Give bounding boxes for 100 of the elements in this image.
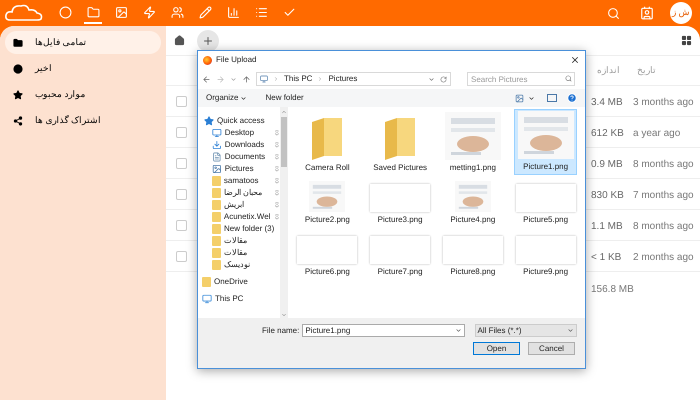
caret-icon <box>567 327 574 334</box>
nav-item[interactable]: This PC <box>198 293 280 305</box>
file-item[interactable]: Picture9.png <box>514 233 577 279</box>
scroll-up-icon[interactable] <box>281 109 287 115</box>
scroll-down-icon[interactable] <box>281 312 287 318</box>
browser-icon <box>203 56 212 64</box>
add-button[interactable] <box>197 30 219 52</box>
file-item[interactable]: Picture2.png <box>296 181 359 227</box>
organize-menu[interactable]: Organize <box>206 92 248 104</box>
computer-icon <box>202 294 212 304</box>
size-cell: 1.1 MB <box>591 221 623 232</box>
cloud-logo-icon <box>4 2 44 24</box>
sidebar-item[interactable]: اشتراک گذاری ها <box>5 109 161 132</box>
nav-item[interactable]: Pictures <box>198 163 280 175</box>
circle-icon <box>58 6 72 18</box>
download-icon <box>212 140 222 150</box>
nav-item[interactable]: Quick access <box>198 115 280 127</box>
breadcrumb-item[interactable]: Pictures <box>328 73 358 85</box>
thumbnail <box>442 236 503 264</box>
monitor-icon <box>260 75 268 83</box>
avatar[interactable]: ش ز <box>670 2 692 24</box>
folder-icon <box>310 116 344 160</box>
total-size: 156.8 MB <box>591 284 634 294</box>
file-item[interactable]: Picture6.png <box>296 233 359 279</box>
nav-item[interactable]: Documents <box>198 151 280 163</box>
row-checkbox[interactable] <box>176 220 187 230</box>
file-item[interactable]: Camera Roll <box>296 109 359 175</box>
nav-item[interactable]: samatoos <box>198 175 280 187</box>
file-item[interactable]: Picture8.png <box>442 233 504 279</box>
new-folder-button[interactable]: New folder <box>265 92 304 104</box>
nav-item[interactable]: Acunetix.Wel <box>198 211 280 223</box>
nav-item[interactable]: نودیسک <box>198 259 280 271</box>
row-checkbox[interactable] <box>176 250 187 262</box>
dropdown-icon[interactable] <box>428 76 435 82</box>
plus-icon <box>202 34 214 46</box>
search-icon <box>565 75 572 82</box>
star-icon <box>204 116 214 126</box>
date-cell: 7 months ago <box>633 190 694 201</box>
help-icon[interactable] <box>567 93 577 103</box>
history-dropdown-icon[interactable] <box>230 76 237 82</box>
up-icon[interactable] <box>242 74 251 84</box>
file-item[interactable]: Picture3.png <box>368 181 432 227</box>
nav-item[interactable]: Desktop <box>198 127 280 139</box>
sidebar-item[interactable]: موارد محبوب <box>5 83 161 106</box>
file-item[interactable]: Picture1.png <box>514 109 577 175</box>
date-cell: 8 months ago <box>633 221 694 232</box>
preview-pane-icon[interactable] <box>547 94 557 102</box>
contacts-icon[interactable] <box>640 6 654 20</box>
view-options-icon[interactable] <box>515 94 524 102</box>
sidebar-item[interactable]: تمامی فایل‌ها <box>5 31 161 54</box>
caret-icon[interactable] <box>528 94 535 102</box>
nav-item[interactable]: OneDrive <box>198 276 280 288</box>
pictures-icon <box>212 164 222 174</box>
file-type-dropdown[interactable]: All Files (*.*) <box>474 324 577 337</box>
nav-item[interactable]: ابریش <box>198 199 280 211</box>
address-bar[interactable]: This PC Pictures <box>256 72 451 86</box>
document-icon <box>212 152 222 162</box>
back-icon[interactable] <box>202 74 211 84</box>
file-item[interactable]: metting1.png <box>442 109 504 175</box>
nav-item[interactable]: مقالات <box>198 235 280 247</box>
home-icon[interactable] <box>174 35 185 46</box>
dropdown-icon[interactable] <box>454 327 462 334</box>
row-checkbox[interactable] <box>176 96 187 106</box>
nav-item[interactable]: New folder (3) <box>198 223 280 235</box>
charts-icon <box>226 6 240 18</box>
share-icon <box>13 116 23 126</box>
refresh-icon[interactable] <box>440 76 447 82</box>
row-checkbox[interactable] <box>176 158 187 168</box>
row-checkbox[interactable] <box>176 126 187 138</box>
folder-icon <box>13 38 23 48</box>
nav-item[interactable]: مقالات <box>198 247 280 259</box>
thumbnail <box>516 184 576 212</box>
date-cell: 3 months ago <box>633 97 694 108</box>
caret-icon <box>240 94 248 102</box>
open-button[interactable]: Open <box>473 342 520 355</box>
thumbnail <box>297 236 358 264</box>
file-item[interactable]: Picture5.png <box>514 181 577 227</box>
sidebar-item[interactable]: اخیر <box>5 57 161 80</box>
grid-view-icon[interactable] <box>681 35 692 46</box>
thumbnail <box>370 236 430 264</box>
breadcrumb-item[interactable]: This PC <box>284 73 312 85</box>
scrollbar[interactable] <box>280 107 288 318</box>
search-icon[interactable] <box>607 6 620 20</box>
row-checkbox[interactable] <box>176 188 187 200</box>
cancel-button[interactable]: Cancel <box>528 342 575 355</box>
file-item[interactable]: Saved Pictures <box>368 109 432 175</box>
close-icon[interactable] <box>570 55 580 65</box>
search-field[interactable]: Search Pictures <box>467 72 575 86</box>
nav-item[interactable]: Downloads <box>198 139 280 151</box>
size-cell: 3.4 MB <box>591 97 623 108</box>
forward-icon[interactable] <box>216 74 225 84</box>
file-name-field[interactable]: Picture1.png <box>302 324 465 337</box>
date-cell: 2 months ago <box>633 252 694 263</box>
file-item[interactable]: Picture7.png <box>368 233 432 279</box>
gallery-icon <box>114 6 128 18</box>
nav-item[interactable]: محبان الرضا <box>198 187 280 199</box>
size-cell: 612 KB <box>591 128 624 139</box>
size-cell: 830 KB <box>591 190 624 201</box>
file-item[interactable]: Picture4.png <box>442 181 504 227</box>
thumbnail <box>516 236 576 264</box>
